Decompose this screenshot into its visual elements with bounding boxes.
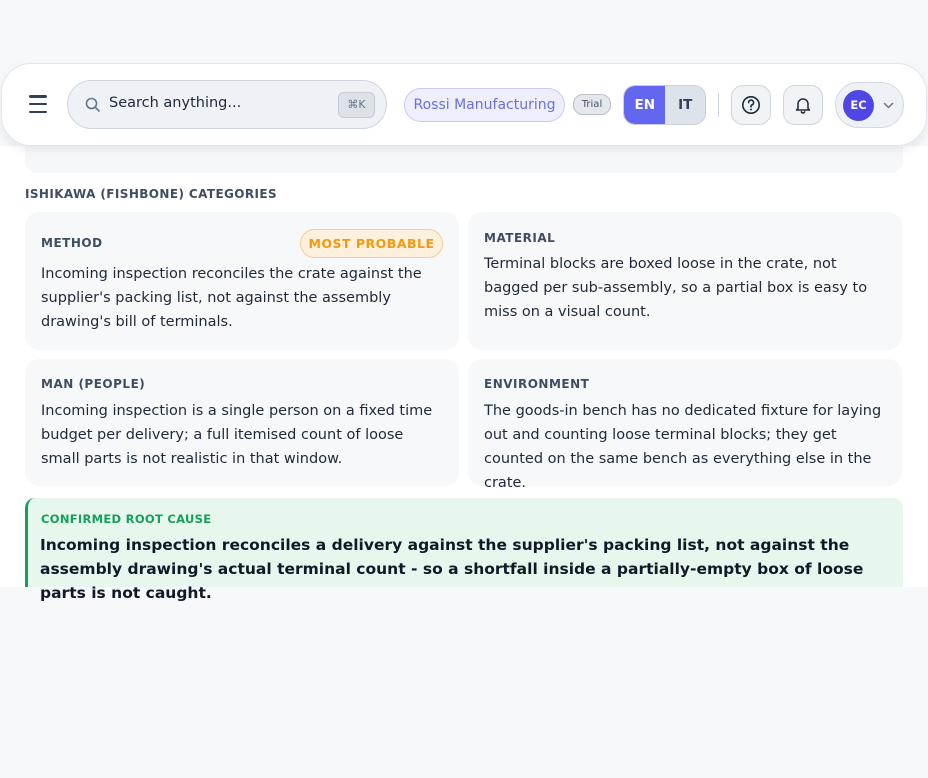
language-option-it[interactable]: IT xyxy=(665,86,705,124)
help-icon xyxy=(742,96,760,114)
search-input[interactable]: Search anything... xyxy=(109,95,241,111)
search-icon xyxy=(85,97,100,112)
help-button[interactable] xyxy=(731,85,771,125)
main-content: ISHIKAWA (FISHBONE) CATEGORIES METHOD MO… xyxy=(0,146,928,602)
bell-icon xyxy=(795,98,811,114)
category-text: Incoming inspection reconciles the crate… xyxy=(41,266,422,330)
section-title: ISHIKAWA (FISHBONE) CATEGORIES xyxy=(25,187,278,201)
category-card-man: MAN (PEOPLE) Incoming inspection is a si… xyxy=(25,359,459,486)
root-cause-text: Incoming inspection reconciles a deliver… xyxy=(40,536,864,602)
category-card-environment: ENVIRONMENT The goods-in bench has no de… xyxy=(468,359,902,491)
search-box[interactable]: Search anything... ⌘K xyxy=(67,80,387,129)
category-text: Incoming inspection is a single person o… xyxy=(41,403,433,467)
menu-icon[interactable] xyxy=(27,93,49,115)
category-title: MAN (PEOPLE) xyxy=(41,377,146,391)
category-card-material: MATERIAL Terminal blocks are boxed loose… xyxy=(468,212,902,350)
root-cause-callout: CONFIRMED ROOT CAUSE Incoming inspection… xyxy=(25,498,903,602)
search-shortcut: ⌘K xyxy=(338,92,375,118)
category-card-method: METHOD MOST PROBABLE Incoming inspection… xyxy=(25,212,459,350)
category-title: ENVIRONMENT xyxy=(484,377,590,391)
category-title: MATERIAL xyxy=(484,231,556,245)
category-text: The goods-in bench has no dedicated fixt… xyxy=(484,403,882,491)
organization-chip[interactable]: Rossi Manufacturing xyxy=(404,88,565,122)
plan-badge: Trial xyxy=(573,94,611,115)
language-toggle: EN IT xyxy=(623,85,706,125)
language-option-en[interactable]: EN xyxy=(624,86,666,124)
category-title: METHOD xyxy=(41,236,103,250)
root-cause-label: CONFIRMED ROOT CAUSE xyxy=(41,512,212,526)
chevron-down-icon xyxy=(883,102,894,109)
category-text: Terminal blocks are boxed loose in the c… xyxy=(484,256,868,320)
most-probable-badge: MOST PROBABLE xyxy=(300,229,443,258)
avatar: EC xyxy=(843,90,874,121)
notifications-button[interactable] xyxy=(783,85,823,125)
top-bar: Search anything... ⌘K Rossi Manufacturin… xyxy=(1,63,927,146)
profile-menu[interactable]: EC xyxy=(835,82,904,128)
previous-card-edge xyxy=(25,146,903,173)
header-divider xyxy=(718,93,719,117)
